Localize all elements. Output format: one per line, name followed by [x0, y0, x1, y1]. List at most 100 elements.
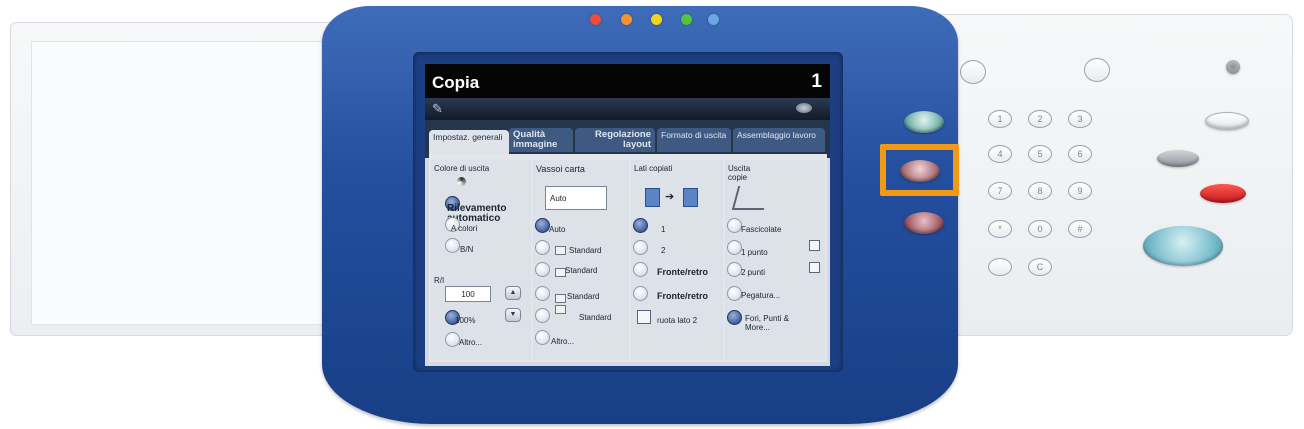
sides-2-2-radio[interactable]	[633, 262, 648, 277]
tray-4-radio[interactable]	[535, 308, 550, 323]
rotate-side2-label: ruota lato 2	[657, 316, 698, 325]
tray-1-label: Standard	[569, 246, 602, 255]
output-color-heading: Colore di uscita	[434, 164, 490, 173]
status-light	[681, 14, 692, 25]
tools-icon[interactable]: ✎	[432, 101, 443, 117]
keypad-key-5[interactable]: 5	[1028, 145, 1052, 163]
scanner-icon[interactable]	[796, 103, 812, 113]
tray-auto-label: Auto	[549, 225, 566, 234]
tab-image-quality[interactable]: Qualità immagine	[509, 128, 573, 152]
keypad-key-1[interactable]: 1	[988, 110, 1012, 128]
tray-1-radio[interactable]	[535, 240, 550, 255]
tab-output-format[interactable]: Formato di uscita	[657, 128, 731, 152]
output-color-section: Colore di uscita Rilevamento automatico …	[431, 160, 531, 360]
keypad-key-hash[interactable]: #	[1068, 220, 1092, 238]
copy-count: 1	[811, 71, 822, 92]
job-status-button[interactable]	[904, 212, 944, 234]
sides-1-1-radio[interactable]	[633, 218, 648, 233]
keypad-key-7[interactable]: 7	[988, 182, 1012, 200]
color-icon	[457, 177, 466, 186]
staple-1-label: 1 punto	[741, 248, 768, 257]
tray-4-label: Standard	[579, 313, 612, 322]
scale-other-radio[interactable]	[445, 332, 460, 347]
keypad-key-2[interactable]: 2	[1028, 110, 1052, 128]
rotate-side2-checkbox[interactable]	[637, 310, 651, 324]
tray-3-icon	[555, 294, 566, 303]
sides-section: Lati copiati ➔ 1 2 Fronte/retro Fronte/r…	[631, 160, 723, 360]
sides-1-2-radio[interactable]	[633, 240, 648, 255]
staple-2-label: 2 punti	[741, 268, 766, 277]
keypad-key-9[interactable]: 9	[1068, 182, 1092, 200]
services-home-button[interactable]	[904, 111, 944, 133]
color-bw-radio[interactable]	[445, 238, 460, 253]
collated-label: Fascicolate	[741, 225, 782, 234]
paper-tray-field[interactable]: Auto	[545, 186, 607, 210]
folding-radio[interactable]	[727, 286, 742, 301]
energy-saver-button[interactable]	[1226, 60, 1240, 74]
sides-1-1-label: 1	[661, 225, 666, 234]
stop-button[interactable]	[1200, 184, 1246, 203]
scale-100-label: 100%	[455, 316, 476, 325]
decrease-button[interactable]: ▼	[505, 308, 521, 322]
start-button[interactable]	[1143, 226, 1223, 266]
status-light	[651, 14, 662, 25]
tray-2-label: Standard	[565, 266, 598, 275]
staple-2-icon	[809, 262, 820, 273]
reduce-enlarge-field[interactable]: 100	[445, 286, 491, 302]
keypad-key-3[interactable]: 3	[1068, 110, 1092, 128]
reduce-enlarge-heading: R/I	[434, 276, 445, 285]
tray-3-radio[interactable]	[535, 286, 550, 301]
color-full-label: A colori	[451, 224, 478, 233]
paper-supply-section: Vassoi carta Auto Auto Standard Standard…	[533, 160, 629, 360]
interrupt-button[interactable]	[1157, 150, 1199, 167]
tab-layout-adjustment[interactable]: Regolazione layout	[575, 128, 655, 152]
arrow-icon: ➔	[665, 191, 675, 203]
staple-1-icon	[809, 240, 820, 251]
document-icon	[683, 188, 698, 207]
log-in-out-button[interactable]	[1205, 112, 1249, 130]
status-light	[621, 14, 632, 25]
color-auto-label: Rilevamento automatico	[447, 203, 507, 224]
tray-3-label: Standard	[567, 292, 600, 301]
touchscreen: Copia 1 ✎ Impostaz. generali Qualità imm…	[425, 64, 830, 366]
keypad-key-8[interactable]: 8	[1028, 182, 1052, 200]
sides-2-1-label: Fronte/retro	[657, 291, 709, 301]
color-bw-label: B/N	[460, 245, 474, 254]
collated-radio[interactable]	[727, 218, 742, 233]
status-light	[708, 14, 719, 25]
scale-other-label: Altro...	[459, 338, 483, 347]
keypad-key-star[interactable]: *	[988, 220, 1012, 238]
keypad-key-6[interactable]: 6	[1068, 145, 1092, 163]
staple-1-radio[interactable]	[727, 240, 742, 255]
control-panel-right-wing	[933, 14, 1293, 336]
tab-job-assembly[interactable]: Assemblaggio lavoro	[733, 128, 825, 152]
pause-icon[interactable]	[1084, 58, 1110, 82]
page-title: Copia	[432, 73, 480, 92]
tray-other-label: Altro...	[551, 337, 575, 346]
keypad-key-0[interactable]: 0	[1028, 220, 1052, 238]
tray-other-radio[interactable]	[535, 330, 550, 345]
keypad-key-c[interactable]: C	[1028, 258, 1052, 276]
keypad-key-4[interactable]: 4	[988, 145, 1012, 163]
punch-staple-label: Fori, Punti & More...	[745, 314, 790, 332]
output-section: Uscita copie Fascicolate 1 punto 2 punti…	[725, 160, 825, 360]
tool-bar: ✎	[425, 98, 830, 120]
folding-label: Pegatura...	[741, 291, 781, 300]
output-heading: Uscita copie	[728, 164, 751, 182]
tray-1-icon	[555, 246, 566, 255]
tab-bar: Impostaz. generali Qualità immagine Rego…	[425, 120, 830, 160]
increase-button[interactable]: ▲	[505, 286, 521, 300]
clear-all-icon[interactable]	[960, 60, 986, 84]
tray-2-radio[interactable]	[535, 262, 550, 277]
tray-auto-radio[interactable]	[535, 218, 550, 233]
status-light	[590, 14, 601, 25]
document-icon	[645, 188, 660, 207]
keypad-key-dial-pause[interactable]	[988, 258, 1012, 276]
sides-1-2-label: 2	[661, 246, 666, 255]
sides-2-1-radio[interactable]	[633, 286, 648, 301]
paper-supply-heading: Vassoi carta	[536, 164, 585, 174]
sides-2-2-label: Fronte/retro	[657, 267, 709, 277]
tray-4-icon	[555, 305, 566, 314]
punch-staple-radio[interactable]	[727, 310, 742, 325]
staple-2-radio[interactable]	[727, 262, 742, 277]
